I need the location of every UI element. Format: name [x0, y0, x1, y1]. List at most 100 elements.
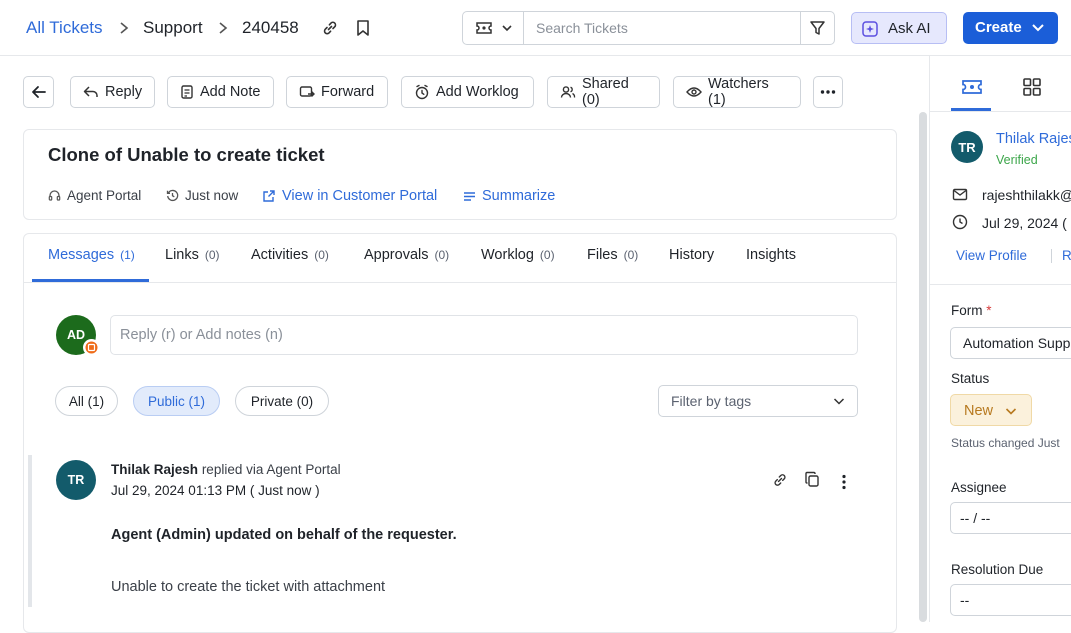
resolution-due-field[interactable]: --: [950, 584, 1071, 616]
create-button[interactable]: Create: [963, 12, 1058, 44]
tab-messages[interactable]: Messages (1): [48, 247, 135, 263]
conversation-card: [23, 233, 897, 633]
mail-icon: [952, 188, 968, 201]
avatar-initials: TR: [67, 473, 85, 487]
message-thread-line: [28, 455, 32, 607]
requester-name[interactable]: Thilak Rajes: [996, 131, 1071, 147]
top-bar: All Tickets Support 240458 Search Ticket…: [0, 0, 1071, 56]
summarize-label: Summarize: [482, 188, 556, 204]
tab-count: (0): [434, 248, 450, 262]
composer-placeholder: Reply (r) or Add notes (n): [120, 327, 283, 343]
ticket-time-label: Just now: [185, 188, 239, 203]
main-scrollbar[interactable]: [919, 112, 927, 622]
bookmark-icon[interactable]: [355, 19, 371, 37]
add-worklog-label: Add Worklog: [436, 84, 519, 100]
forward-label: Forward: [321, 84, 375, 100]
reply-composer[interactable]: Reply (r) or Add notes (n): [110, 315, 858, 355]
breadcrumb-support[interactable]: Support: [143, 18, 203, 38]
filter-all[interactable]: All (1): [55, 386, 118, 416]
customer-portal-label: View in Customer Portal: [282, 188, 438, 204]
filter-button[interactable]: [800, 12, 834, 44]
tab-count: (0): [623, 248, 639, 262]
watchers-button[interactable]: Watchers (1): [673, 76, 801, 108]
add-note-button[interactable]: Add Note: [167, 76, 274, 108]
tab-label: Approvals: [364, 247, 429, 263]
tab-activities[interactable]: Activities (0): [251, 247, 329, 263]
status-label: Status: [951, 371, 990, 386]
view-in-customer-portal-link[interactable]: View in Customer Portal: [262, 188, 437, 204]
form-select-value: Automation Supp: [963, 335, 1071, 351]
right-panel: TR Thilak Rajes Verified rajeshthilakk@ …: [929, 56, 1071, 622]
requester-other-link[interactable]: R: [1062, 248, 1071, 263]
tab-files[interactable]: Files (0): [587, 247, 638, 263]
shared-button[interactable]: Shared (0): [547, 76, 660, 108]
tab-label: Links: [165, 247, 199, 263]
copy-link-icon[interactable]: [321, 19, 339, 37]
eye-icon: [686, 86, 702, 98]
view-profile-link[interactable]: View Profile: [956, 248, 1027, 263]
forward-button[interactable]: Forward: [286, 76, 388, 108]
resolution-due-value: --: [960, 592, 970, 608]
search-input[interactable]: [525, 12, 801, 44]
filter-private[interactable]: Private (0): [235, 386, 329, 416]
ai-sparkle-icon: [861, 20, 879, 38]
ticket-details-tab-icon[interactable]: [961, 78, 983, 96]
agent-badge-icon: [85, 341, 98, 354]
ticket-icon: [475, 20, 493, 36]
requester-avatar: TR: [951, 131, 983, 163]
reply-button[interactable]: Reply: [70, 76, 155, 108]
chevron-right-icon: [218, 21, 228, 35]
link-icon[interactable]: [772, 472, 788, 488]
forward-icon: [299, 85, 315, 99]
search-type-dropdown[interactable]: [463, 12, 524, 44]
ask-ai-button[interactable]: Ask AI: [851, 12, 947, 44]
active-tab-indicator: [32, 279, 149, 282]
chevron-down-icon: [1031, 22, 1045, 34]
apps-grid-icon[interactable]: [1022, 77, 1042, 97]
resolution-due-label: Resolution Due: [951, 562, 1044, 577]
status-value: New: [964, 403, 994, 419]
breadcrumb-all-tickets[interactable]: All Tickets: [26, 18, 103, 38]
tab-count: (0): [314, 248, 329, 262]
message-timestamp: Jul 29, 2024 01:13 PM ( Just now ): [111, 483, 320, 498]
filter-icon: [809, 20, 826, 36]
right-tabs-divider: [930, 111, 1071, 112]
more-vertical-icon[interactable]: [841, 474, 847, 490]
tab-label: Insights: [746, 247, 796, 263]
reply-label: Reply: [105, 84, 143, 100]
copy-icon[interactable]: [804, 471, 820, 488]
message-author-avatar: TR: [56, 460, 96, 500]
back-button[interactable]: [23, 76, 54, 108]
filter-public-label: Public (1): [147, 393, 206, 409]
tab-label: Worklog: [481, 247, 534, 263]
more-horizontal-icon: [820, 90, 836, 94]
summary-lines-icon: [463, 191, 476, 202]
assignee-label: Assignee: [951, 480, 1007, 495]
status-select[interactable]: New: [950, 394, 1032, 426]
message-author[interactable]: Thilak Rajesh: [111, 462, 198, 477]
tab-approvals[interactable]: Approvals (0): [364, 247, 449, 263]
tab-count: (1): [120, 248, 135, 262]
filter-public[interactable]: Public (1): [133, 386, 220, 416]
summarize-link[interactable]: Summarize: [463, 188, 555, 204]
chevron-right-icon: [119, 21, 129, 35]
tab-history[interactable]: History: [669, 247, 714, 263]
add-worklog-button[interactable]: Add Worklog: [401, 76, 534, 108]
clock-plus-icon: [414, 84, 430, 100]
tab-links[interactable]: Links (0): [165, 247, 220, 263]
avatar-initials: AD: [66, 328, 86, 342]
ticket-time: Just now: [166, 188, 238, 203]
create-label: Create: [975, 19, 1022, 36]
right-section-divider: [930, 284, 1071, 285]
requester-verified: Verified: [996, 153, 1038, 167]
more-actions-button[interactable]: [813, 76, 843, 108]
chevron-down-icon: [833, 396, 845, 406]
clock-icon: [952, 214, 968, 230]
assignee-select[interactable]: -- / --: [950, 502, 1071, 534]
form-select[interactable]: Automation Supp: [950, 327, 1071, 359]
ticket-title: Clone of Unable to create ticket: [48, 144, 325, 165]
tab-insights[interactable]: Insights: [746, 247, 796, 263]
requester-email: rajeshthilakk@: [982, 187, 1071, 203]
tab-worklog[interactable]: Worklog (0): [481, 247, 555, 263]
filter-by-tags-select[interactable]: Filter by tags: [658, 385, 858, 417]
